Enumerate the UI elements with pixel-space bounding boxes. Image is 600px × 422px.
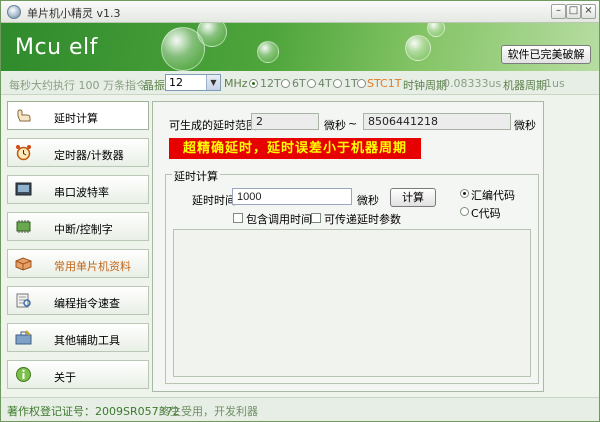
toolbox-icon	[15, 330, 32, 345]
range-separator: ~	[348, 117, 358, 130]
sidebar-item-label: 其他辅助工具	[54, 334, 120, 347]
clock-period-label: 时钟周期	[403, 79, 447, 92]
sidebar-item-instructions[interactable]: 编程指令速查	[7, 286, 149, 315]
radio-asm[interactable]	[460, 189, 469, 198]
document-search-icon	[16, 293, 31, 308]
serial-terminal-icon	[15, 182, 32, 196]
delay-time-input[interactable]	[232, 188, 352, 205]
range-max-field: 8506441218	[363, 113, 511, 130]
sidebar-item-label: 串口波特率	[54, 186, 109, 199]
sidebar-item-label: 定时器/计数器	[54, 149, 124, 162]
sidebar-item-label: 中断/控制字	[54, 223, 113, 236]
title-bar[interactable]: 单片机小精灵 v1.3 – □ ×	[1, 1, 599, 23]
radio-12t[interactable]	[249, 79, 258, 88]
radio-stc1t[interactable]	[357, 79, 366, 88]
range-label: 可生成的延时范围	[169, 119, 257, 132]
crack-status-button[interactable]: 软件已完美破解	[501, 45, 591, 64]
app-icon	[7, 5, 21, 19]
sidebar-item-label: 延时计算	[54, 112, 98, 125]
sidebar-item-mcu-data[interactable]: 常用单片机资料	[7, 249, 149, 278]
header-banner: Mcu elf 软件已完美破解	[1, 23, 599, 71]
sidebar-nav: 延时计算 定时器/计数器 串口波特率 中断/控制字 常用单片机资料 编程指令速查…	[7, 101, 149, 391]
pass-param-checkbox[interactable]	[311, 213, 321, 223]
info-bar: 每秒大约执行 100 万条指令 晶振 12 ▼ MHz 12T 6T 4T 1T…	[1, 71, 599, 95]
sidebar-item-timer[interactable]: 定时器/计数器	[7, 138, 149, 167]
status-bar: 著作权登记证号：2009SR057372 终生受用，开发利器	[1, 397, 599, 421]
window-title: 单片机小精灵 v1.3	[27, 7, 121, 20]
chevron-down-icon[interactable]: ▼	[206, 75, 220, 90]
info-icon	[16, 367, 31, 382]
bubble-decoration	[427, 23, 445, 37]
bubble-decoration	[197, 23, 227, 47]
machine-period-value: 1us	[545, 77, 565, 90]
delay-time-label: 延时时间	[192, 194, 236, 207]
app-logo: Mcu elf	[15, 35, 98, 60]
bubble-decoration	[257, 41, 279, 63]
sidebar-item-label: 关于	[54, 371, 76, 384]
pass-param-label[interactable]: 可传递延时参数	[324, 211, 401, 227]
alarm-clock-icon	[16, 145, 31, 161]
radio-c[interactable]	[460, 207, 469, 216]
close-button[interactable]: ×	[581, 4, 596, 19]
sidebar-item-about[interactable]: 关于	[7, 360, 149, 389]
machine-period-label: 机器周期	[503, 79, 547, 92]
radio-6t[interactable]	[281, 79, 290, 88]
sidebar-item-tools[interactable]: 其他辅助工具	[7, 323, 149, 352]
maximize-button[interactable]: □	[566, 4, 581, 19]
radio-12t-label[interactable]: 12T	[260, 77, 281, 90]
radio-6t-label[interactable]: 6T	[292, 77, 306, 90]
sidebar-item-label: 常用单片机资料	[54, 260, 131, 273]
radio-asm-label[interactable]: 汇编代码	[471, 187, 515, 203]
sidebar-item-delay[interactable]: 延时计算	[7, 101, 149, 130]
radio-c-label[interactable]: C代码	[471, 205, 501, 221]
hand-pointer-icon	[17, 109, 31, 122]
radio-4t-label[interactable]: 4T	[318, 77, 332, 90]
radio-1t-label[interactable]: 1T	[344, 77, 358, 90]
minimize-button[interactable]: –	[551, 4, 566, 19]
radio-stc1t-label[interactable]: STC1T	[367, 77, 401, 90]
book-icon	[15, 257, 32, 271]
accuracy-banner: 超精确延时，延时误差小于机器周期	[169, 138, 421, 159]
code-output-area[interactable]	[173, 229, 531, 377]
bubble-decoration	[405, 35, 431, 61]
range-unit-max: 微秒	[514, 119, 536, 132]
tagline: 每秒大约执行 100 万条指令	[9, 79, 147, 92]
radio-1t[interactable]	[333, 79, 342, 88]
delay-calc-panel: 可生成的延时范围 2 微秒 ~ 8506441218 微秒 超精确延时，延时误差…	[152, 101, 544, 392]
group-title: 延时计算	[172, 168, 220, 184]
delay-unit: 微秒	[357, 194, 379, 207]
copyright-number: 著作权登记证号：2009SR057372	[7, 405, 180, 418]
range-min-field: 2	[251, 113, 319, 130]
crystal-value: 12	[169, 76, 183, 89]
delay-calc-group: 延时计算 延时时间 微秒 计算 汇编代码 C代码 包含调用时间 可传递延时参数	[165, 168, 539, 384]
calculate-button[interactable]: 计算	[390, 188, 436, 207]
clock-period-value: 0.08333us	[443, 77, 502, 90]
crystal-unit: MHz	[224, 77, 248, 90]
crystal-select[interactable]: 12 ▼	[165, 74, 221, 91]
crystal-label: 晶振	[143, 79, 165, 92]
sidebar-item-baud[interactable]: 串口波特率	[7, 175, 149, 204]
slogan: 终生受用，开发利器	[159, 405, 258, 418]
chip-icon	[16, 220, 31, 233]
include-call-label[interactable]: 包含调用时间	[246, 211, 312, 227]
range-unit-min: 微秒	[324, 119, 346, 132]
include-call-checkbox[interactable]	[233, 213, 243, 223]
sidebar-item-label: 编程指令速查	[54, 297, 120, 310]
radio-4t[interactable]	[307, 79, 316, 88]
app-window: 单片机小精灵 v1.3 – □ × Mcu elf 软件已完美破解 每秒大约执行…	[0, 0, 600, 422]
sidebar-item-interrupt[interactable]: 中断/控制字	[7, 212, 149, 241]
